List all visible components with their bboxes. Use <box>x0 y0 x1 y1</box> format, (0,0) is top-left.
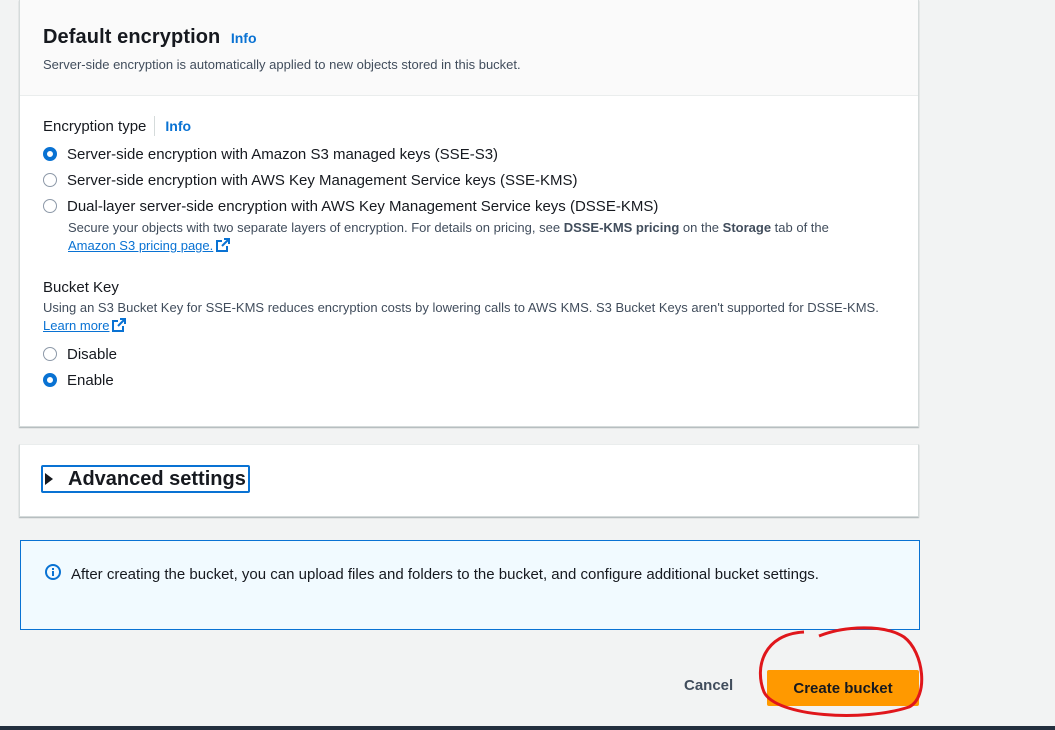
radio-label: Dual-layer server-side encryption with A… <box>67 198 659 215</box>
bucket-key-description: Using an S3 Bucket Key for SSE-KMS reduc… <box>43 299 895 337</box>
radio-button[interactable] <box>43 173 57 187</box>
bottom-bar <box>0 726 1055 730</box>
advanced-settings-label: Advanced settings <box>68 467 246 490</box>
radio-sse-s3[interactable]: Server-side encryption with Amazon S3 ma… <box>43 146 895 163</box>
default-encryption-panel: Default encryption Info Server-side encr… <box>19 0 919 427</box>
encryption-type-label: Encryption type <box>43 117 147 135</box>
panel-description: Server-side encryption is automatically … <box>43 57 521 72</box>
radio-sse-kms[interactable]: Server-side encryption with AWS Key Mana… <box>43 172 895 189</box>
radio-bucket-key-disable[interactable]: Disable <box>43 346 895 363</box>
create-bucket-button[interactable]: Create bucket <box>767 670 919 706</box>
advanced-settings-panel: Advanced settings <box>19 444 919 517</box>
radio-dsse-kms[interactable]: Dual-layer server-side encryption with A… <box>43 198 895 215</box>
radio-button[interactable] <box>43 347 57 361</box>
radio-button[interactable] <box>43 199 57 213</box>
caret-right-icon <box>45 473 53 485</box>
radio-label: Enable <box>67 372 114 389</box>
divider <box>154 116 156 136</box>
panel-title: Default encryption <box>43 26 221 48</box>
radio-button-checked[interactable] <box>43 147 57 161</box>
external-link-icon <box>216 238 231 257</box>
encryption-type-info-link[interactable]: Info <box>165 118 191 134</box>
radio-label: Server-side encryption with Amazon S3 ma… <box>67 146 499 163</box>
info-link[interactable]: Info <box>231 30 257 46</box>
radio-label: Server-side encryption with AWS Key Mana… <box>67 172 578 189</box>
info-circle-icon <box>45 564 61 608</box>
encryption-type-label-row: Encryption type Info <box>43 116 895 136</box>
cancel-button[interactable]: Cancel <box>684 677 733 694</box>
radio-button-checked[interactable] <box>43 373 57 387</box>
advanced-settings-toggle[interactable]: Advanced settings <box>41 465 250 493</box>
pricing-page-link[interactable]: Amazon S3 pricing page. <box>68 238 213 253</box>
radio-bucket-key-enable[interactable]: Enable <box>43 372 895 389</box>
radio-label: Disable <box>67 346 118 363</box>
bucket-key-label: Bucket Key <box>43 279 119 296</box>
dsse-description: Secure your objects with two separate la… <box>68 219 895 257</box>
panel-header: Default encryption Info Server-side encr… <box>20 0 918 96</box>
external-link-icon <box>112 318 127 337</box>
info-alert: After creating the bucket, you can uploa… <box>20 540 920 630</box>
alert-text: After creating the bucket, you can uploa… <box>71 566 819 583</box>
learn-more-link[interactable]: Learn more <box>43 318 109 333</box>
